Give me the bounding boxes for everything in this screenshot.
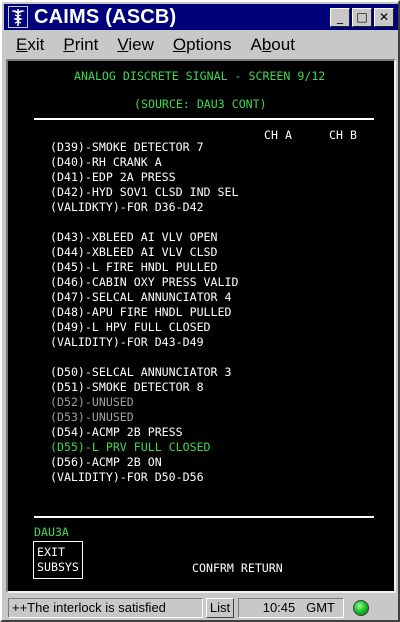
signal-group-3: (D50)-SELCAL ANNUNCIATOR 3 (D51)-SMOKE DE… [50,365,231,485]
caims-window: CAIMS (ASCB) _ □ ✕ Exit Print View Optio… [0,0,400,622]
close-icon: ✕ [378,10,390,24]
status-bar: ++The interlock is satisfied List 10:45 … [4,596,398,620]
signal-group-1: (D39)-SMOKE DETECTOR 7 (D40)-RH CRANK A (D… [50,140,238,215]
signal-line: (D41)-EDP 2A PRESS [50,170,176,184]
menu-about-prefix: A [250,35,262,54]
signal-line: (D51)-SMOKE DETECTOR 8 [50,380,204,394]
signal-line: (D47)-SELCAL ANNUNCIATOR 4 [50,290,232,304]
signal-line: (D54)-ACMP 2B PRESS [50,425,183,439]
menu-options-mnemonic: O [172,35,187,54]
exit-subsys-line-2: SUBSYS [37,560,79,574]
signal-line: (D42)-HYD SOV1 CLSD IND SEL [50,185,239,199]
signal-line: (D44)-XBLEED AI VLV CLSD [50,245,218,259]
menu-about-mnemonic: b [261,35,272,54]
menu-exit-label: xit [27,35,45,54]
menu-options[interactable]: Options [173,35,232,55]
signal-line: (VALIDITY)-FOR D50-D56 [50,470,204,484]
caduceus-icon [7,6,29,28]
exit-subsys-button[interactable]: EXIT SUBSYS [33,541,83,579]
confirm-return-button[interactable]: CONFRM RETURN [192,561,283,576]
signal-line: (D39)-SMOKE DETECTOR 7 [50,140,204,154]
minimize-icon: _ [337,10,343,24]
signal-line: (VALIDITY)-FOR D43-D49 [50,335,204,349]
list-button[interactable]: List [206,598,234,618]
divider-bottom [34,516,374,518]
exit-subsys-line-1: EXIT [37,545,65,559]
signal-line: (D40)-RH CRANK A [50,155,162,169]
unit-label: DAU3A [34,525,69,539]
title-bar[interactable]: CAIMS (ASCB) _ □ ✕ [4,4,398,30]
signal-line: (VALIDKTY)-FOR D36-D42 [50,200,204,214]
signal-line: (D43)-XBLEED AI VLV OPEN [50,230,218,244]
menu-print[interactable]: Print [63,35,98,55]
terminal-screen: ANALOG DISCRETE SIGNAL - SCREEN 9/12 (SO… [6,59,396,593]
close-button[interactable]: ✕ [374,7,394,27]
screen-title: ANALOG DISCRETE SIGNAL - SCREEN 9/12 [74,69,326,83]
menu-view[interactable]: View [117,35,154,55]
screen-source: (SOURCE: DAU3 CONT) [134,97,267,111]
column-header-ch-b: CH B [329,128,357,142]
status-clock: 10:45 GMT [238,598,344,618]
menu-print-label: rint [74,35,99,54]
menu-exit-mnemonic: E [16,35,28,54]
minimize-button[interactable]: _ [330,7,350,27]
signal-line: (D55)-L PRV FULL CLOSED [50,440,211,454]
window-title: CAIMS (ASCB) [34,5,177,28]
signal-line: (D52)-UNUSED [50,395,134,409]
signal-line: (D53)-UNUSED [50,410,134,424]
signal-line: (D56)-ACMP 2B ON [50,455,162,469]
clock-time: 10:45 [262,600,296,615]
menu-view-label: iew [128,35,154,54]
signal-line: (D49)-L HPV FULL CLOSED [50,320,211,334]
signal-group-2: (D43)-XBLEED AI VLV OPEN (D44)-XBLEED AI … [50,230,238,350]
signal-line: (D46)-CABIN OXY PRESS VALID [50,275,239,289]
maximize-icon: □ [356,10,368,24]
maximize-button[interactable]: □ [352,7,372,27]
menu-bar: Exit Print View Options About [4,32,398,58]
signal-line: (D48)-APU FIRE HNDL PULLED [50,305,232,319]
menu-about-label: out [271,35,295,54]
menu-view-mnemonic: V [117,35,129,54]
divider-top [34,118,374,120]
menu-options-label: ptions [186,35,232,54]
menu-exit[interactable]: Exit [16,35,44,55]
menu-print-mnemonic: P [63,35,75,54]
signal-line: (D50)-SELCAL ANNUNCIATOR 3 [50,365,232,379]
clock-zone: GMT [306,600,335,615]
green-status-led-icon [353,600,369,616]
column-header-ch-a: CH A [264,128,292,142]
signal-line: (D45)-L FIRE HNDL PULLED [50,260,218,274]
status-message: ++The interlock is satisfied [8,598,203,618]
menu-about[interactable]: About [250,35,294,55]
